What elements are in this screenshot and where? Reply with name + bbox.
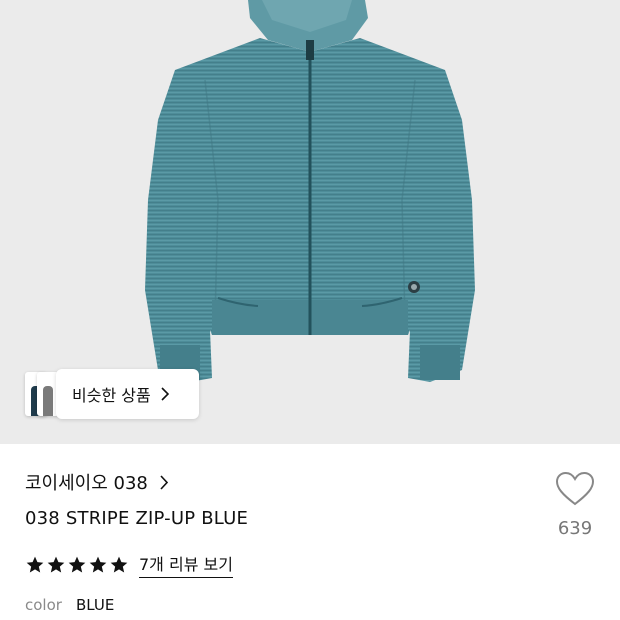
- rating-row: 7개 리뷰 보기: [25, 551, 233, 578]
- product-name: 038 STRIPE ZIP-UP BLUE: [25, 508, 249, 529]
- review-link[interactable]: 7개 리뷰 보기: [139, 551, 233, 578]
- color-value: BLUE: [75, 596, 115, 614]
- brand-name: 코이세이오 038: [25, 473, 148, 494]
- similar-products-chip[interactable]: 비슷한 상품: [25, 369, 199, 419]
- color-row: color BLUE: [25, 596, 114, 614]
- chevron-right-icon: [161, 387, 169, 401]
- star-filled-icon: [25, 555, 45, 575]
- chevron-right-icon: [160, 474, 168, 490]
- star-rating: [25, 555, 129, 575]
- color-label: color: [25, 596, 62, 614]
- star-filled-icon: [67, 555, 87, 575]
- product-image[interactable]: 비슷한 상품: [0, 0, 620, 444]
- similar-products-button[interactable]: 비슷한 상품: [56, 369, 199, 419]
- star-filled-icon: [88, 555, 108, 575]
- star-filled-icon: [109, 555, 129, 575]
- like-box: 639: [550, 472, 600, 539]
- like-count: 639: [557, 518, 593, 539]
- similar-products-label: 비슷한 상품: [72, 386, 151, 405]
- heart-outline-icon[interactable]: [556, 472, 594, 506]
- brand-link[interactable]: 코이세이오 038: [25, 469, 168, 495]
- star-filled-icon: [46, 555, 66, 575]
